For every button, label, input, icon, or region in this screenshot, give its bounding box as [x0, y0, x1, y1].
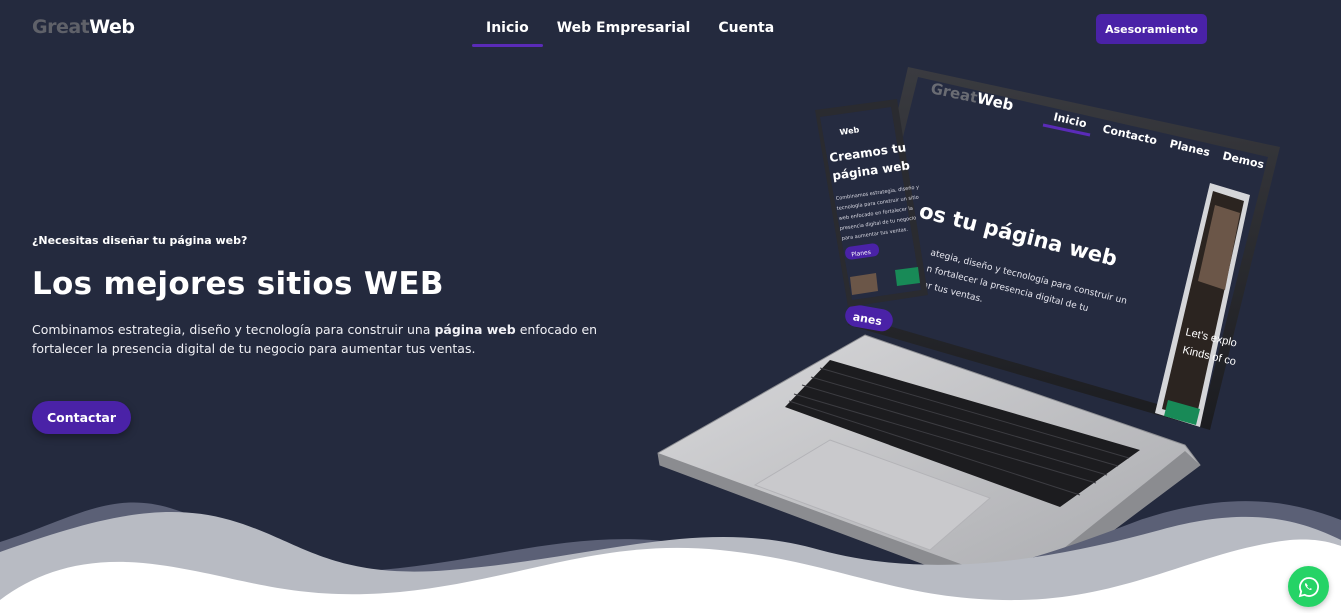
- asesoramiento-button[interactable]: Asesoramiento: [1096, 14, 1207, 44]
- logo-part-great: Great: [32, 16, 90, 38]
- hero-kicker: ¿Necesitas diseñar tu página web?: [32, 234, 248, 247]
- hero-description-start: Combinamos estrategia, diseño y tecnolog…: [32, 322, 435, 337]
- nav-item-cuenta[interactable]: Cuenta: [704, 20, 788, 45]
- whatsapp-icon: [1298, 576, 1319, 597]
- hero-section: ¿Necesitas diseñar tu página web? Los me…: [32, 234, 632, 358]
- nav-item-web-empresarial[interactable]: Web Empresarial: [543, 20, 705, 45]
- logo-part-web: Web: [89, 16, 135, 38]
- site-logo[interactable]: GreatWeb: [32, 16, 135, 38]
- hero-title: Los mejores sitios WEB: [32, 266, 444, 302]
- whatsapp-button[interactable]: [1288, 566, 1329, 607]
- nav-item-inicio[interactable]: Inicio: [472, 20, 543, 47]
- decorative-waves: [0, 501, 1341, 613]
- top-navigation-bar: GreatWeb Inicio Web Empresarial Cuenta A…: [0, 0, 1341, 60]
- main-nav: Inicio Web Empresarial Cuenta: [472, 20, 788, 47]
- contactar-button[interactable]: Contactar: [32, 401, 131, 434]
- hero-description-bold: página web: [434, 322, 516, 337]
- hero-description: Combinamos estrategia, diseño y tecnolog…: [32, 320, 632, 358]
